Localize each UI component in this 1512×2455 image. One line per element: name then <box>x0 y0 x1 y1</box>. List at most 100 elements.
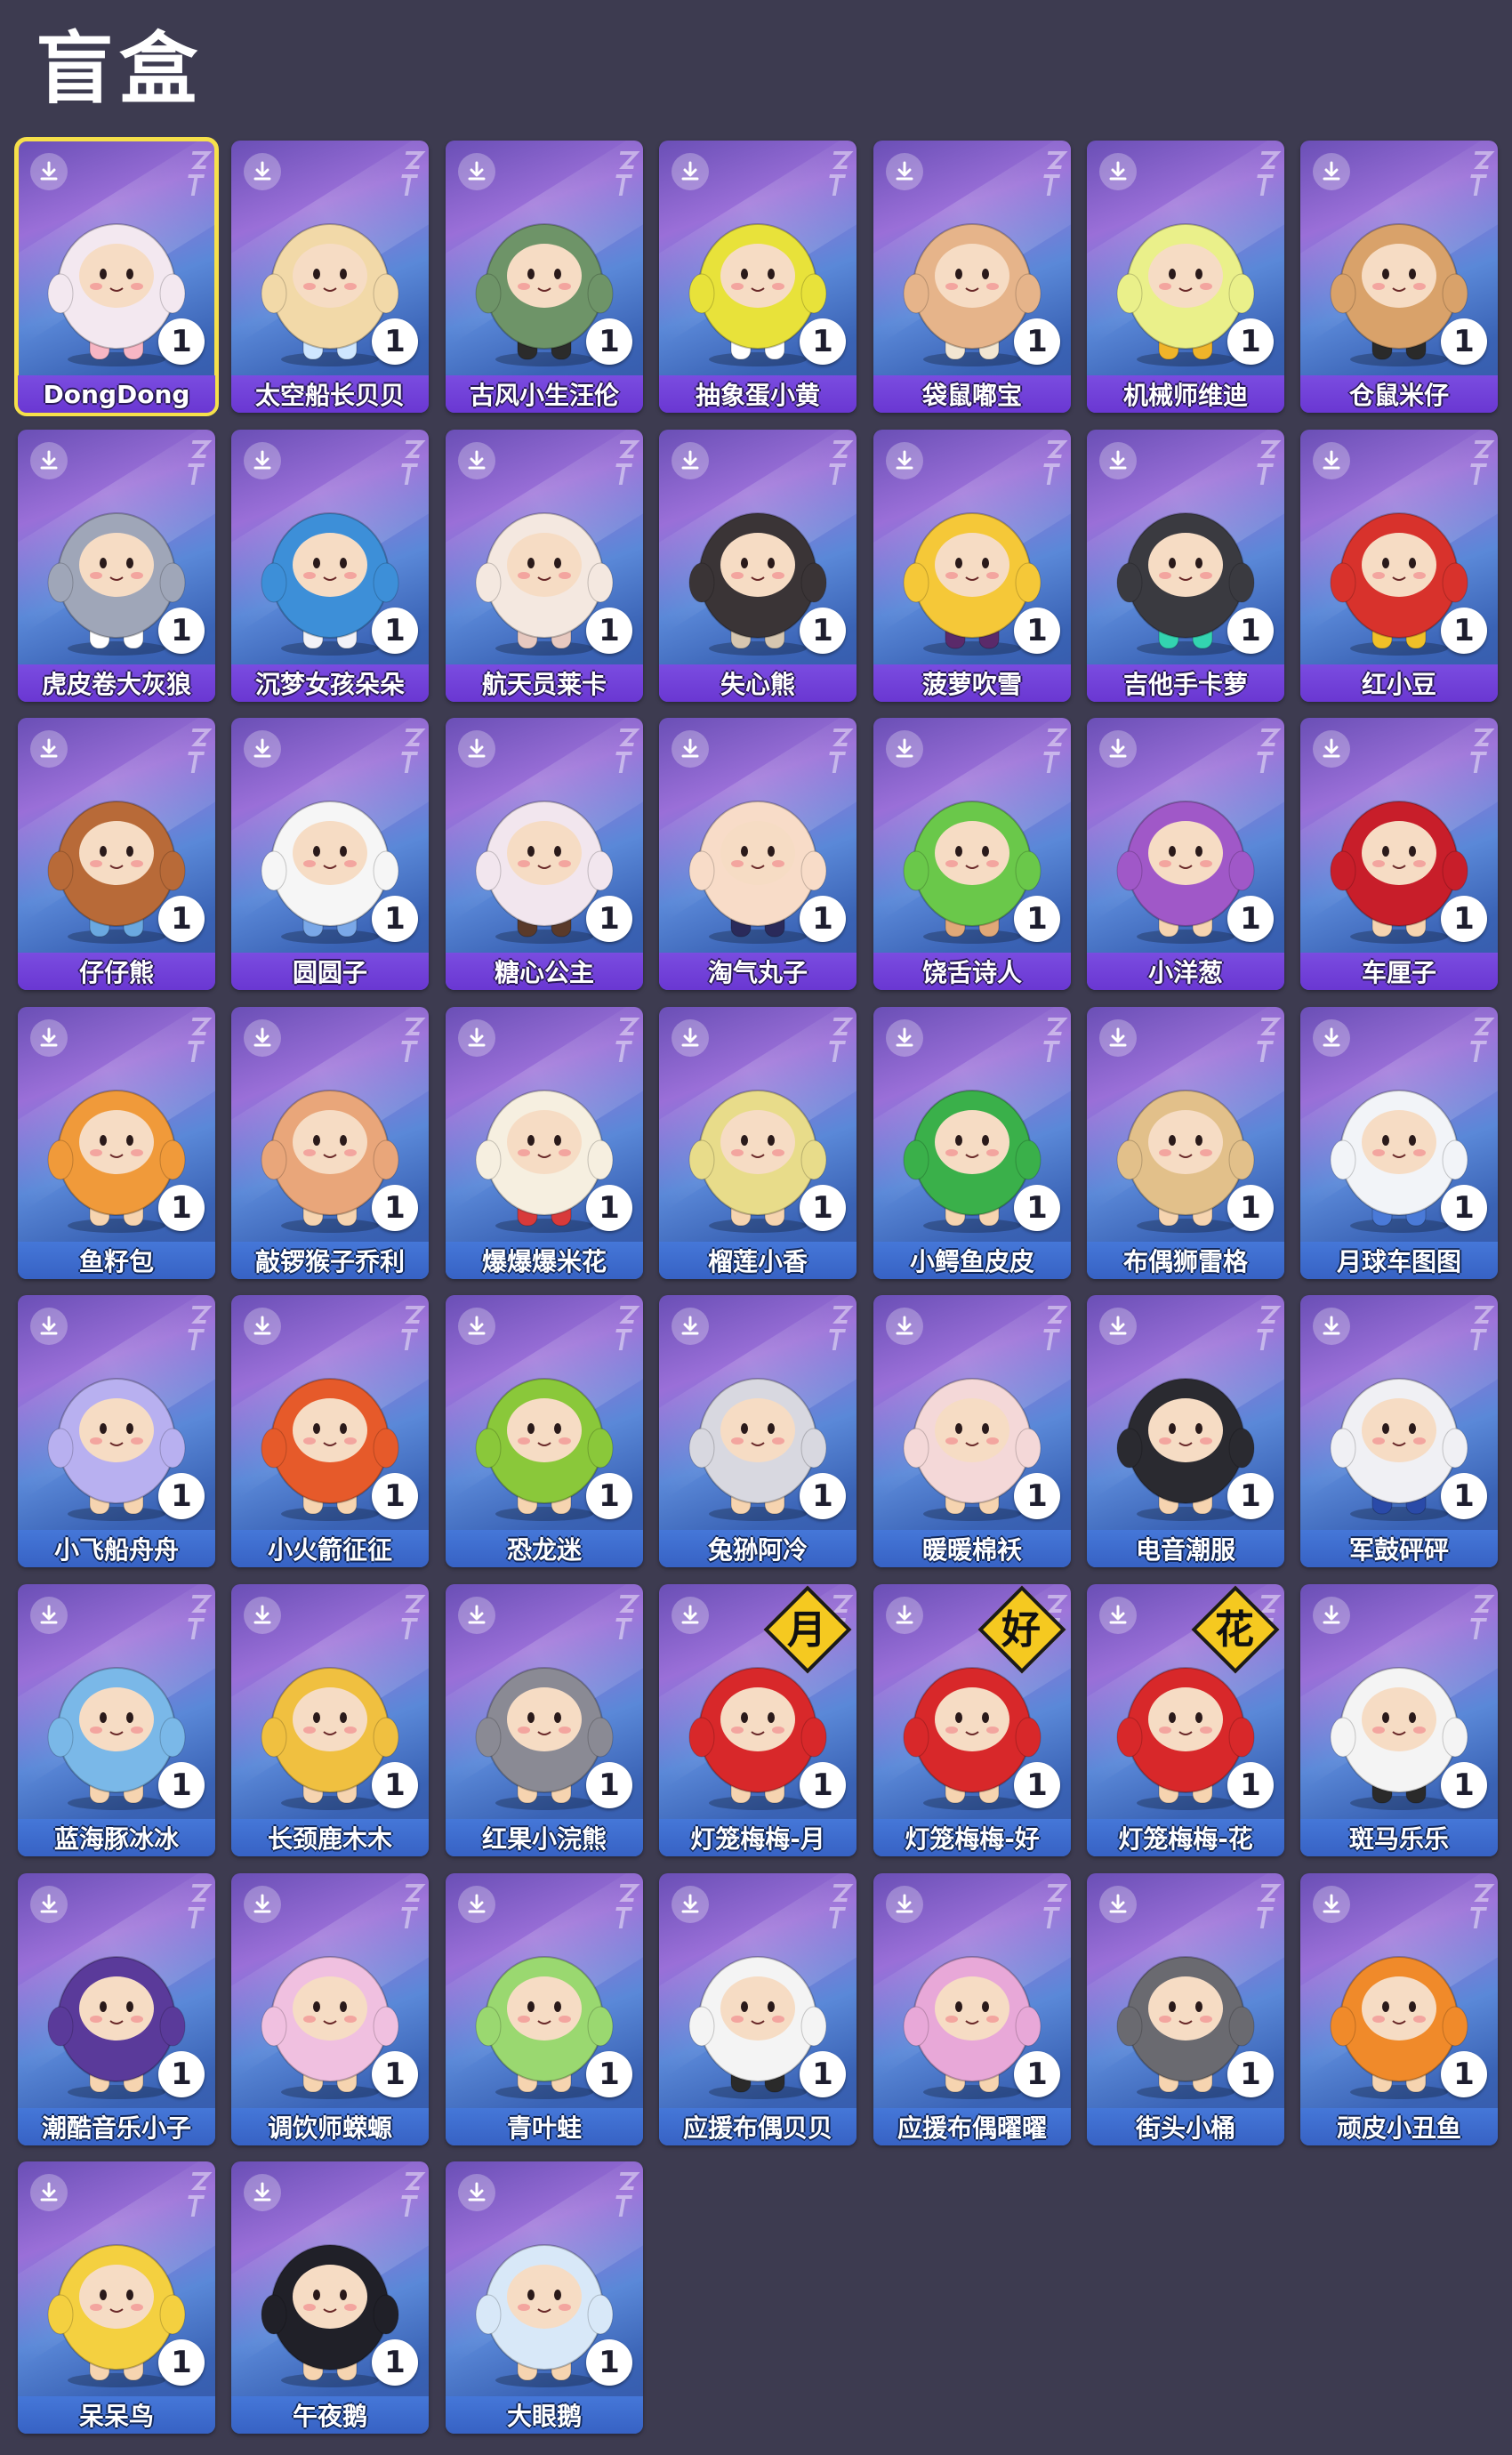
download-icon[interactable] <box>1313 442 1350 479</box>
blind-box-card[interactable]: 1 小鳄鱼皮皮 <box>873 1007 1071 1279</box>
download-icon[interactable] <box>1099 442 1137 479</box>
blind-box-card[interactable]: 1 菠萝吹雪 <box>873 430 1071 702</box>
blind-box-card[interactable]: 1 军鼓砰砰 <box>1300 1295 1498 1567</box>
blind-box-card[interactable]: 1 斑马乐乐 <box>1300 1584 1498 1856</box>
blind-box-card[interactable]: 1 失心熊 <box>659 430 857 702</box>
download-icon[interactable] <box>458 2174 495 2211</box>
download-icon[interactable] <box>886 442 923 479</box>
download-icon[interactable] <box>1313 730 1350 768</box>
blind-box-card[interactable]: 1 袋鼠嘟宝 <box>873 141 1071 413</box>
download-icon[interactable] <box>672 1308 709 1345</box>
blind-box-card[interactable]: 1 淘气丸子 <box>659 718 857 990</box>
download-icon[interactable] <box>886 730 923 768</box>
blind-box-card[interactable]: 1 小洋葱 <box>1087 718 1284 990</box>
blind-box-card[interactable]: 1 敲锣猴子乔利 <box>231 1007 429 1279</box>
blind-box-card[interactable]: 花 1 灯笼梅梅-花 <box>1087 1584 1284 1856</box>
download-icon[interactable] <box>672 1597 709 1634</box>
blind-box-card[interactable]: 1 仔仔熊 <box>18 718 215 990</box>
blind-box-card[interactable]: 1 抽象蛋小黄 <box>659 141 857 413</box>
blind-box-card[interactable]: 1 鱼籽包 <box>18 1007 215 1279</box>
blind-box-card[interactable]: 1 午夜鹅 <box>231 2161 429 2434</box>
download-icon[interactable] <box>244 1308 281 1345</box>
download-icon[interactable] <box>244 442 281 479</box>
download-icon[interactable] <box>672 1019 709 1057</box>
download-icon[interactable] <box>886 1019 923 1057</box>
download-icon[interactable] <box>886 153 923 190</box>
download-icon[interactable] <box>458 1597 495 1634</box>
blind-box-card[interactable]: 1 长颈鹿木木 <box>231 1584 429 1856</box>
blind-box-card[interactable]: 1 红小豆 <box>1300 430 1498 702</box>
download-icon[interactable] <box>30 1308 68 1345</box>
download-icon[interactable] <box>886 1308 923 1345</box>
download-icon[interactable] <box>1099 730 1137 768</box>
blind-box-card[interactable]: 1 沉梦女孩朵朵 <box>231 430 429 702</box>
download-icon[interactable] <box>30 2174 68 2211</box>
download-icon[interactable] <box>1313 1308 1350 1345</box>
blind-box-card[interactable]: 1 调饮师蝾螈 <box>231 1873 429 2145</box>
download-icon[interactable] <box>244 1019 281 1057</box>
blind-box-card[interactable]: 1 小火箭征征 <box>231 1295 429 1567</box>
download-icon[interactable] <box>244 730 281 768</box>
download-icon[interactable] <box>1099 1886 1137 1923</box>
blind-box-card[interactable]: 好 1 灯笼梅梅-好 <box>873 1584 1071 1856</box>
download-icon[interactable] <box>30 1886 68 1923</box>
download-icon[interactable] <box>1313 1886 1350 1923</box>
download-icon[interactable] <box>30 730 68 768</box>
blind-box-card[interactable]: 1 青叶蛙 <box>446 1873 643 2145</box>
blind-box-card[interactable]: 1 DongDong <box>14 137 219 416</box>
download-icon[interactable] <box>244 2174 281 2211</box>
download-icon[interactable] <box>1099 1597 1137 1634</box>
download-icon[interactable] <box>30 1597 68 1634</box>
download-icon[interactable] <box>886 1597 923 1634</box>
blind-box-card[interactable]: 1 仓鼠米仔 <box>1300 141 1498 413</box>
blind-box-card[interactable]: 1 暖暖棉袄 <box>873 1295 1071 1567</box>
download-icon[interactable] <box>1099 1019 1137 1057</box>
download-icon[interactable] <box>672 153 709 190</box>
download-icon[interactable] <box>244 153 281 190</box>
blind-box-card[interactable]: 1 月球车图图 <box>1300 1007 1498 1279</box>
blind-box-card[interactable]: 1 虎皮卷大灰狼 <box>18 430 215 702</box>
blind-box-card[interactable]: 1 车厘子 <box>1300 718 1498 990</box>
blind-box-card[interactable]: 1 呆呆鸟 <box>18 2161 215 2434</box>
download-icon[interactable] <box>458 1019 495 1057</box>
blind-box-card[interactable]: 月 1 灯笼梅梅-月 <box>659 1584 857 1856</box>
download-icon[interactable] <box>458 1886 495 1923</box>
blind-box-card[interactable]: 1 应援布偶贝贝 <box>659 1873 857 2145</box>
download-icon[interactable] <box>672 1886 709 1923</box>
download-icon[interactable] <box>1313 1019 1350 1057</box>
blind-box-card[interactable]: 1 街头小桶 <box>1087 1873 1284 2145</box>
download-icon[interactable] <box>1099 1308 1137 1345</box>
download-icon[interactable] <box>244 1886 281 1923</box>
download-icon[interactable] <box>1313 153 1350 190</box>
blind-box-card[interactable]: 1 布偶狮雷格 <box>1087 1007 1284 1279</box>
download-icon[interactable] <box>244 1597 281 1634</box>
blind-box-card[interactable]: 1 应援布偶曜曜 <box>873 1873 1071 2145</box>
download-icon[interactable] <box>458 730 495 768</box>
download-icon[interactable] <box>1099 153 1137 190</box>
blind-box-card[interactable]: 1 吉他手卡萝 <box>1087 430 1284 702</box>
download-icon[interactable] <box>30 442 68 479</box>
blind-box-card[interactable]: 1 饶舌诗人 <box>873 718 1071 990</box>
blind-box-card[interactable]: 1 兔狲阿冷 <box>659 1295 857 1567</box>
blind-box-card[interactable]: 1 圆圆子 <box>231 718 429 990</box>
blind-box-card[interactable]: 1 恐龙迷 <box>446 1295 643 1567</box>
blind-box-card[interactable]: 1 糖心公主 <box>446 718 643 990</box>
download-icon[interactable] <box>30 1019 68 1057</box>
blind-box-card[interactable]: 1 电音潮服 <box>1087 1295 1284 1567</box>
blind-box-card[interactable]: 1 大眼鹅 <box>446 2161 643 2434</box>
blind-box-card[interactable]: 1 航天员莱卡 <box>446 430 643 702</box>
download-icon[interactable] <box>458 1308 495 1345</box>
download-icon[interactable] <box>672 730 709 768</box>
download-icon[interactable] <box>672 442 709 479</box>
blind-box-card[interactable]: 1 古风小生汪伦 <box>446 141 643 413</box>
blind-box-card[interactable]: 1 机械师维迪 <box>1087 141 1284 413</box>
download-icon[interactable] <box>458 442 495 479</box>
download-icon[interactable] <box>458 153 495 190</box>
download-icon[interactable] <box>30 153 68 190</box>
blind-box-card[interactable]: 1 太空船长贝贝 <box>231 141 429 413</box>
blind-box-card[interactable]: 1 红果小浣熊 <box>446 1584 643 1856</box>
download-icon[interactable] <box>1313 1597 1350 1634</box>
blind-box-card[interactable]: 1 顽皮小丑鱼 <box>1300 1873 1498 2145</box>
blind-box-card[interactable]: 1 蓝海豚冰冰 <box>18 1584 215 1856</box>
blind-box-card[interactable]: 1 榴莲小香 <box>659 1007 857 1279</box>
